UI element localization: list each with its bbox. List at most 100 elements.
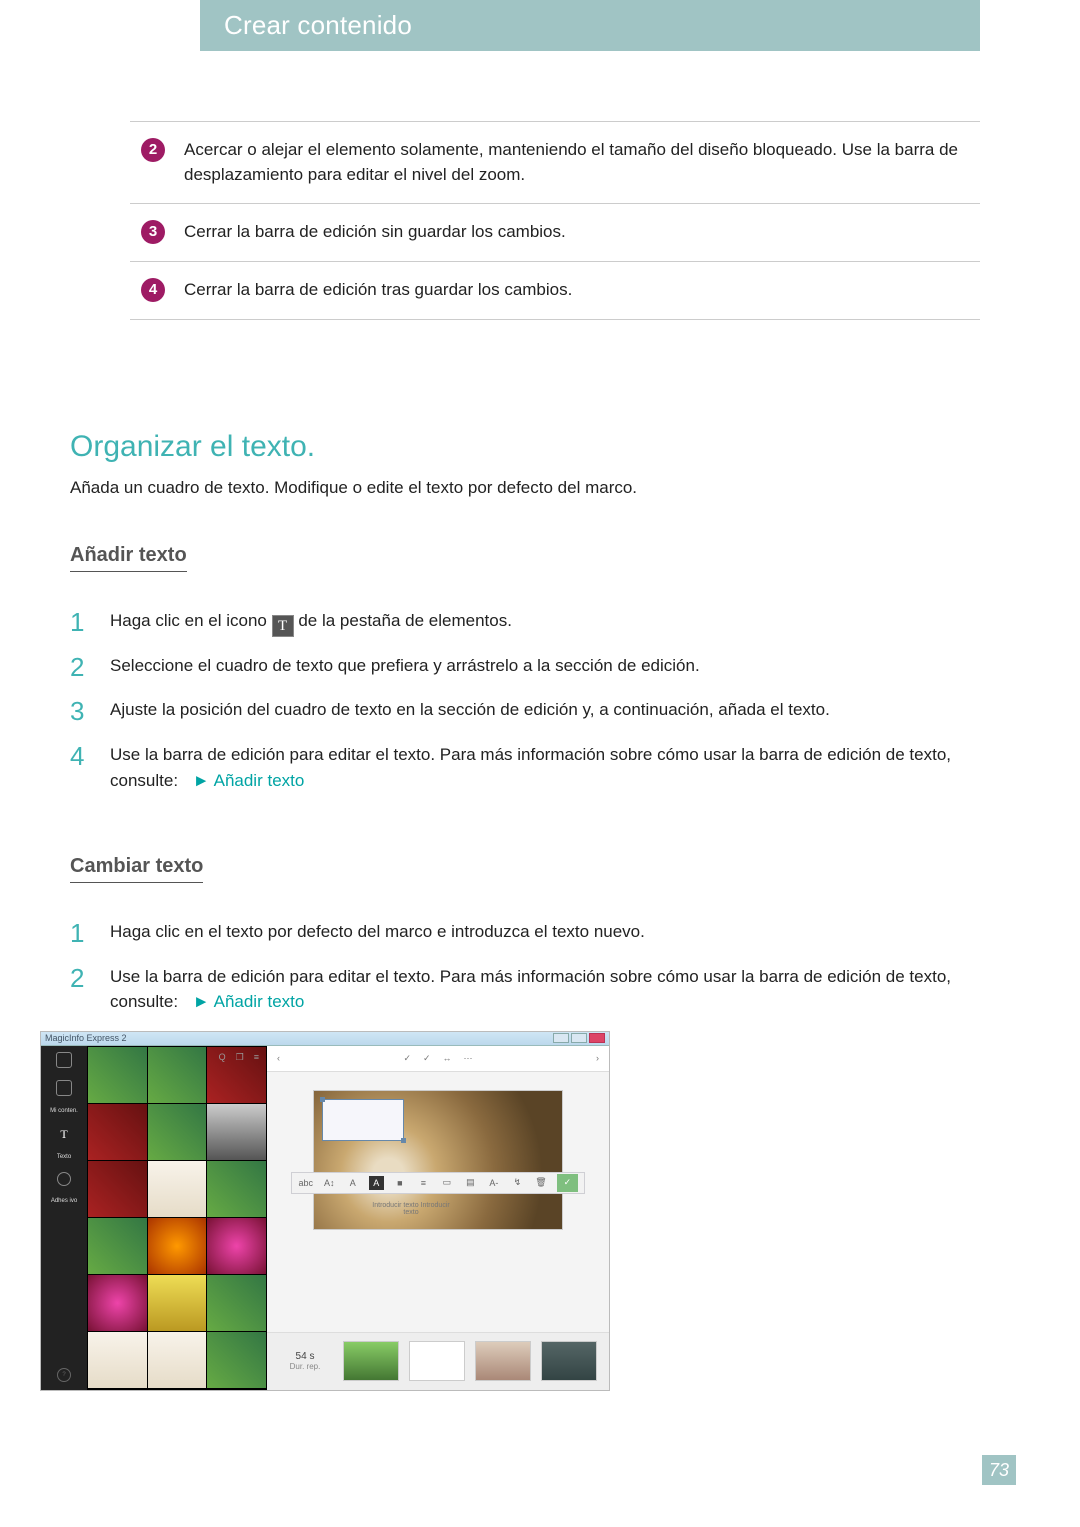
thumb	[207, 1332, 266, 1388]
check-icon: ✓	[423, 1053, 431, 1064]
step-item: 2 Use la barra de edición para editar el…	[70, 964, 980, 1015]
step-number: 3	[70, 697, 92, 726]
resize-icon: ↔	[443, 1053, 452, 1064]
thumb	[207, 1218, 266, 1274]
grid-icon: ❐	[236, 1052, 244, 1068]
thumb	[88, 1275, 147, 1331]
chapter-banner: Crear contenido	[200, 0, 980, 51]
step-number: 4	[70, 742, 92, 793]
thumb	[148, 1275, 207, 1331]
cross-ref-link[interactable]: Añadir texto	[214, 992, 305, 1011]
trash-icon: 🗑	[533, 1176, 549, 1190]
table-row: 3 Cerrar la barra de edición sin guardar…	[130, 204, 980, 262]
thumb	[88, 1332, 147, 1388]
table-row: 2 Acercar o alejar el elemento solamente…	[130, 122, 980, 204]
thumb	[88, 1161, 147, 1217]
template-icon	[56, 1080, 72, 1096]
tb-fill: ■	[392, 1176, 408, 1190]
more-icon: ⋯	[464, 1053, 473, 1064]
list-icon: ≡	[254, 1052, 259, 1068]
step-text: Haga clic en el texto por defecto del ma…	[110, 919, 645, 948]
left-rail: Mi conten. T Texto Adhes ivo ?	[41, 1046, 87, 1390]
editor-canvas: abc A↕ A A ■ ≡ ▭ ▤ A- ↯ 🗑	[267, 1072, 609, 1332]
tb-box: ▭	[439, 1176, 455, 1190]
text-edit-toolbar: abc A↕ A A ■ ≡ ▭ ▤ A- ↯ 🗑	[291, 1172, 585, 1194]
timeline-cell	[409, 1341, 465, 1381]
step-number: 1	[70, 919, 92, 948]
timeline-duration: 54 s Dur. rep.	[277, 1351, 333, 1371]
rail-label-adhesivo: Adhes ivo	[51, 1198, 77, 1204]
editor-main: ‹ ✓ ✓ ↔ ⋯ ›	[267, 1046, 609, 1390]
section-intro: Añada un cuadro de texto. Modifique o ed…	[70, 478, 980, 498]
callout-number-2: 2	[141, 138, 165, 162]
link-arrow-icon: ►	[193, 992, 210, 1011]
sticker-icon	[57, 1172, 71, 1186]
tb-font: abc	[298, 1176, 314, 1190]
selected-text-box	[322, 1099, 404, 1141]
thumb	[148, 1104, 207, 1160]
callout-definitions-table: 2 Acercar o alejar el elemento solamente…	[130, 121, 980, 320]
callout-number-3: 3	[141, 220, 165, 244]
callout-desc: Cerrar la barra de edición sin guardar l…	[176, 204, 980, 262]
thumb	[88, 1104, 147, 1160]
step-item: 2 Seleccione el cuadro de texto que pref…	[70, 653, 980, 682]
thumb	[148, 1161, 207, 1217]
close-icon	[589, 1033, 605, 1043]
steps-change-text: 1 Haga clic en el texto por defecto del …	[70, 919, 980, 1391]
thumb	[207, 1104, 266, 1160]
thumb	[207, 1275, 266, 1331]
step-text-post: de la pestaña de elementos.	[298, 611, 512, 630]
thumb	[148, 1218, 207, 1274]
step-text-pre: Haga clic en el icono	[110, 611, 272, 630]
text-tool-icon: T	[272, 615, 294, 637]
link-arrow-icon: ►	[193, 771, 210, 790]
callout-desc: Cerrar la barra de edición tras guardar …	[176, 261, 980, 319]
tb-size: A↕	[322, 1176, 338, 1190]
timeline-cell	[343, 1341, 399, 1381]
callout-desc: Acercar o alejar el elemento solamente, …	[176, 122, 980, 204]
cross-ref-link[interactable]: Añadir texto	[214, 771, 305, 790]
steps-add-text: 1 Haga clic en el icono T de la pestaña …	[70, 608, 980, 793]
placeholder-caption: Introducir texto Introducir texto	[371, 1202, 451, 1217]
page-number: 73	[982, 1455, 1016, 1485]
table-row: 4 Cerrar la barra de edición tras guarda…	[130, 261, 980, 319]
step-item: 1 Haga clic en el texto por defecto del …	[70, 919, 980, 948]
check-icon: ✓	[403, 1053, 411, 1064]
thumb	[148, 1332, 207, 1388]
tb-align: ≡	[416, 1176, 432, 1190]
editor-topbar: ‹ ✓ ✓ ↔ ⋯ ›	[267, 1046, 609, 1072]
tb-valign: ▤	[463, 1176, 479, 1190]
tb-style: A-	[486, 1176, 502, 1190]
window-titlebar: MagicInfo Express 2	[41, 1032, 609, 1046]
tb-color-a: A	[345, 1176, 361, 1190]
callout-number-4: 4	[141, 278, 165, 302]
help-icon: ?	[57, 1368, 71, 1382]
step-item: 1 Haga clic en el icono T de la pestaña …	[70, 608, 980, 637]
subheading-add-text: Añadir texto	[70, 544, 187, 572]
rail-label-mycontent: Mi conten.	[50, 1108, 78, 1114]
text-tool-icon: T	[56, 1126, 72, 1142]
timeline-cell	[475, 1341, 531, 1381]
step-item: 3 Ajuste la posición del cuadro de texto…	[70, 697, 980, 726]
step-number: 2	[70, 653, 92, 682]
app-screenshot: MagicInfo Express 2 Mi conten. T Texto	[40, 1031, 610, 1391]
rail-label-texto: Texto	[57, 1154, 71, 1160]
section-heading-organize-text: Organizar el texto.	[70, 430, 980, 464]
next-icon: ›	[596, 1053, 599, 1063]
step-number: 1	[70, 608, 92, 637]
step-text: Seleccione el cuadro de texto que prefie…	[110, 653, 700, 682]
window-title: MagicInfo Express 2	[45, 1033, 127, 1043]
timeline-strip: 54 s Dur. rep.	[267, 1332, 609, 1390]
minimize-icon	[553, 1033, 569, 1043]
step-item: 4 Use la barra de edición para editar el…	[70, 742, 980, 793]
tb-effect: ↯	[510, 1176, 526, 1190]
maximize-icon	[571, 1033, 587, 1043]
prev-icon: ‹	[277, 1053, 280, 1063]
step-text: Ajuste la posición del cuadro de texto e…	[110, 697, 830, 726]
thumb	[207, 1161, 266, 1217]
step-number: 2	[70, 964, 92, 1015]
confirm-icon: ✓	[557, 1174, 578, 1192]
thumb	[88, 1218, 147, 1274]
home-icon	[56, 1052, 72, 1068]
tb-color-b: A	[369, 1176, 385, 1190]
